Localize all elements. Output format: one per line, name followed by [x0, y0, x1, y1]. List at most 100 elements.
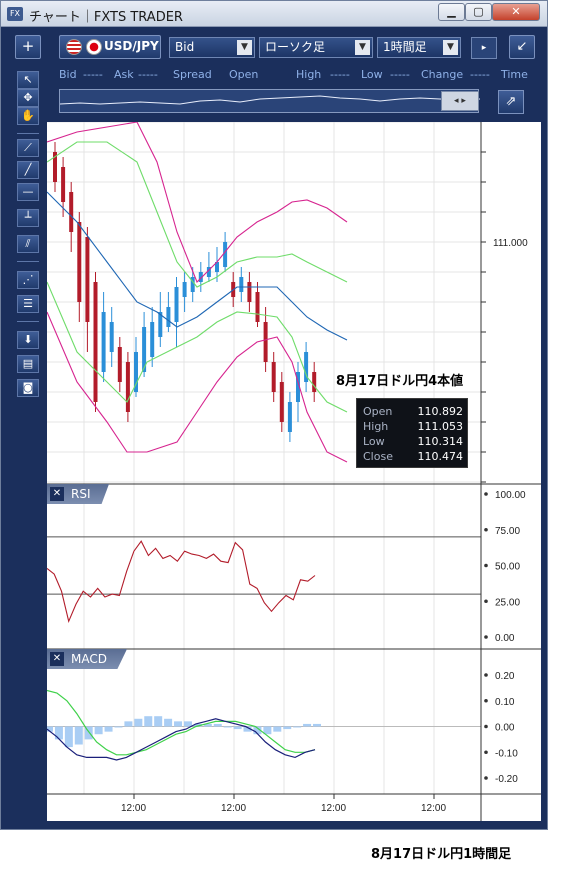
channel-icon[interactable]: ⫽	[17, 235, 39, 253]
macd-histogram-bar	[174, 721, 183, 727]
download-icon[interactable]: ⬇	[17, 331, 39, 349]
close-button[interactable]: ✕	[492, 3, 540, 21]
time-tick-label: 12:00	[421, 803, 446, 814]
jp-flag-icon	[86, 39, 102, 55]
rsi-tick-label: 50.00	[495, 562, 520, 573]
candle-body	[93, 282, 98, 402]
trendline-icon[interactable]: ⟋	[17, 139, 39, 157]
timeframe-value: 1時間足	[383, 40, 427, 54]
open-label: Open	[229, 68, 259, 81]
toolbar-scroll[interactable]: ▸	[471, 37, 497, 59]
chevron-down-icon: ▼	[355, 40, 370, 55]
change-label: Change	[421, 68, 464, 81]
expand-icon: ⇗	[505, 94, 517, 109]
divider	[17, 321, 39, 322]
candle-body	[117, 347, 122, 382]
fit-chart-button[interactable]: ⇗	[498, 90, 524, 114]
ohlc-box: Open 110.892 High 111.053 Low 110.314 Cl…	[356, 398, 468, 468]
candle-body	[101, 312, 106, 372]
ohlc-row-low: Low 110.314	[363, 435, 463, 448]
vertical-line-icon[interactable]: ┴	[17, 209, 39, 227]
navigator-handle[interactable]: ◂ ▸	[441, 91, 479, 111]
macd-tick-label: -0.20	[495, 774, 518, 785]
low-value: -----	[390, 68, 410, 81]
price-type-select[interactable]: Bid ▼	[169, 37, 255, 58]
close-macd-icon[interactable]: ✕	[50, 652, 64, 666]
detach-icon: ↙	[516, 39, 528, 54]
chart-window: FX チャート｜FXTS TRADER ▁ ▢ ✕ + USD/JPY Bid …	[0, 0, 548, 830]
candle-body	[239, 277, 244, 292]
rsi-tick-dot	[484, 492, 488, 496]
macd-histogram-bar	[104, 726, 113, 732]
detach-button[interactable]: ↙	[509, 35, 535, 59]
timeframe-select[interactable]: 1時間足 ▼	[377, 37, 461, 58]
title-bar[interactable]: FX チャート｜FXTS TRADER ▁ ▢ ✕	[1, 1, 547, 27]
macd-histogram-bar	[233, 726, 242, 730]
candle-body	[279, 382, 284, 422]
macd-panel-tag: ✕ MACD	[47, 649, 127, 669]
bid-value: -----	[83, 68, 103, 81]
bid-label: Bid	[59, 68, 77, 81]
macd-histogram-bar	[64, 726, 73, 748]
fibonacci-fan-icon[interactable]: ⋰	[17, 271, 39, 289]
candle-body	[85, 237, 90, 322]
bollinger-upper-inner	[47, 141, 348, 288]
chart-area[interactable]: 111.000 100.00 75.00 50.00 25.00 0.00 0.20 0.10…	[47, 122, 541, 821]
price-type-value: Bid	[175, 40, 195, 54]
chevron-down-icon: ▼	[237, 40, 252, 55]
add-chart-button[interactable]: +	[15, 35, 41, 59]
ohlc-row-open: Open 110.892	[363, 405, 463, 418]
macd-histogram-bar	[54, 726, 63, 740]
fibonacci-retracement-icon[interactable]: ☰	[17, 295, 39, 313]
price-axis-label: 111.000	[493, 238, 528, 249]
macd-histogram-bar	[154, 716, 163, 727]
list-icon[interactable]: ▤	[17, 355, 39, 373]
time-tick-label: 12:00	[321, 803, 346, 814]
time-label: Time	[501, 68, 528, 81]
time-tick-label: 12:00	[221, 803, 246, 814]
macd-histogram-bar	[223, 726, 232, 728]
candle-body	[109, 322, 114, 352]
macd-histogram-bar	[144, 716, 153, 727]
rsi-tick-dot	[484, 599, 488, 604]
macd-tick-dot	[484, 776, 488, 780]
chart-type-value: ローソク足	[265, 40, 326, 54]
macd-tick-label: 0.20	[495, 671, 515, 682]
bollinger-lower	[47, 311, 348, 463]
low-label: Low	[361, 68, 383, 81]
chart-navigator[interactable]	[59, 89, 481, 113]
time-tick-label: 12:00	[121, 803, 146, 814]
figure-caption: 8月17日ドル円1時間足	[371, 847, 512, 862]
candle-body	[150, 322, 155, 357]
hand-icon[interactable]: ✋	[17, 107, 39, 125]
cursor-icon[interactable]: ↖	[17, 71, 39, 89]
candle-body	[263, 322, 268, 362]
rsi-tick-label: 100.00	[495, 490, 526, 501]
window-title: チャート｜FXTS TRADER	[29, 10, 183, 25]
macd-label: MACD	[71, 652, 107, 666]
macd-histogram-bar	[283, 726, 292, 730]
rsi-tick-label: 25.00	[495, 597, 520, 608]
rsi-tick-label: 0.00	[495, 633, 515, 644]
close-rsi-icon[interactable]: ✕	[50, 487, 64, 501]
camera-icon[interactable]: ◙	[17, 379, 39, 397]
macd-histogram-bar	[313, 723, 321, 727]
candle-body	[77, 222, 82, 302]
change-value: -----	[470, 68, 490, 81]
ohlc-row-close: Close 110.474	[363, 450, 463, 463]
macd-histogram-bar	[273, 726, 282, 732]
macd-tick-label: -0.10	[495, 748, 518, 759]
horizontal-line-icon[interactable]: —	[17, 183, 39, 201]
rsi-panel-tag: ✕ RSI	[47, 484, 109, 504]
candle-body	[255, 292, 260, 322]
symbol-button[interactable]: USD/JPY	[59, 35, 161, 59]
macd-tick-dot	[484, 698, 488, 703]
maximize-button[interactable]: ▢	[465, 3, 492, 21]
crosshair-icon[interactable]: ✥	[17, 89, 39, 107]
candle-body	[174, 287, 179, 322]
line-icon[interactable]: ╱	[17, 161, 39, 179]
rsi-tick-dot	[484, 563, 488, 568]
minimize-button[interactable]: ▁	[438, 3, 465, 21]
chart-type-select[interactable]: ローソク足 ▼	[259, 37, 373, 58]
chart-canvas[interactable]: 111.000 100.00 75.00 50.00 25.00 0.00 0.20 0.10…	[47, 122, 541, 821]
